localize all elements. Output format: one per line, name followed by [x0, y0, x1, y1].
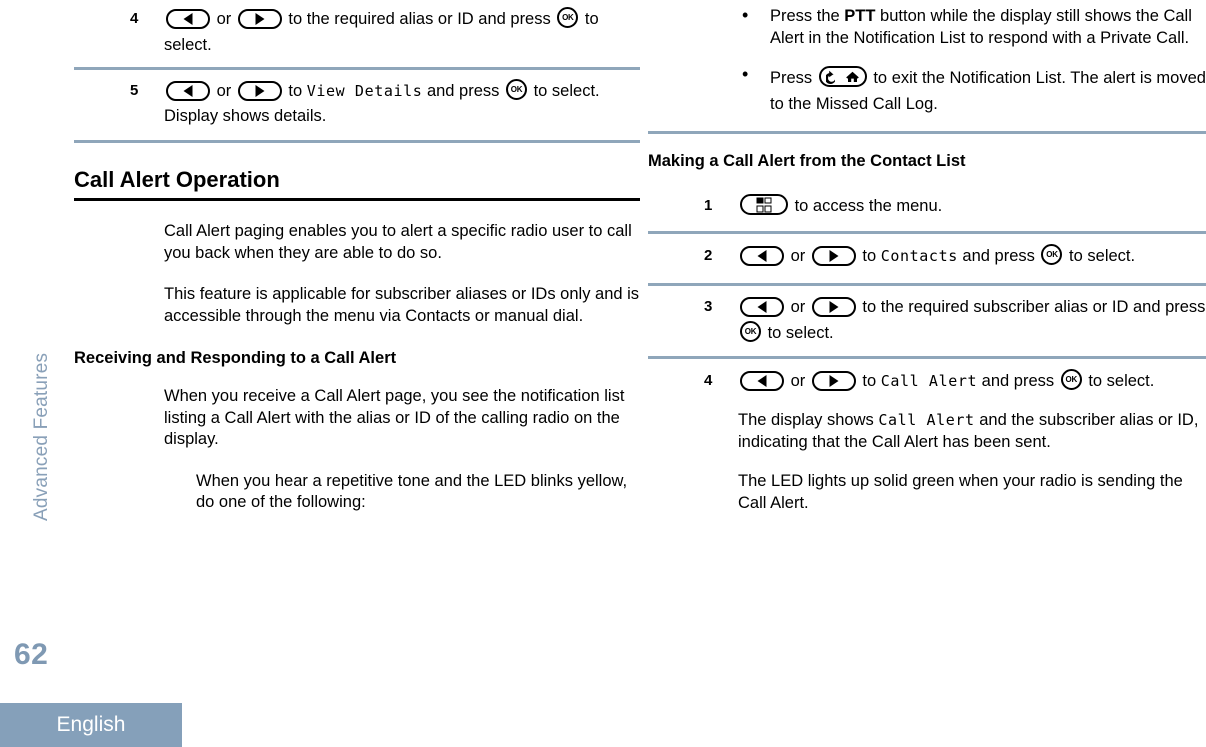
step-result: Display shows details.: [164, 107, 327, 125]
step-item: 4 or to Call Alert and press OK to selec…: [648, 368, 1206, 514]
step-text: to select.: [1064, 247, 1136, 265]
paragraph: Call Alert paging enables you to alert a…: [164, 222, 632, 262]
list-item: • Press the PTT button while the display…: [648, 5, 1206, 49]
ok-key-icon[interactable]: OK: [506, 79, 527, 101]
bullet-icon: •: [742, 5, 749, 25]
step-item: 1 to access the menu.: [648, 193, 1206, 219]
right-arrow-key-icon[interactable]: [237, 80, 282, 101]
step-item: 4 or to the required alias or ID and pre…: [74, 6, 640, 58]
left-arrow-key-icon[interactable]: [740, 370, 784, 391]
step-result: The LED lights up solid green when your …: [738, 472, 1183, 512]
bullet-bold-text: PTT: [844, 7, 876, 25]
bullet-text: Press: [770, 69, 817, 87]
step-text: and press: [957, 247, 1040, 265]
step-item: 5 or to View Details and press OK to sel…: [74, 78, 640, 128]
sub-heading: Making a Call Alert from the Contact Lis…: [648, 152, 966, 170]
step-text: or: [786, 247, 810, 265]
right-column: • Press the PTT button while the display…: [648, 0, 1206, 514]
display-text: Call Alert: [878, 411, 975, 429]
manual-page: Advanced Features 62 English 4 or to the…: [0, 0, 1206, 747]
right-arrow-key-icon[interactable]: [811, 296, 856, 317]
step-text: to the required alias or ID and press: [283, 10, 556, 28]
paragraph: When you hear a repetitive tone and the …: [196, 471, 628, 512]
left-column: 4 or to the required alias or ID and pre…: [74, 0, 640, 514]
chapter-label: Advanced Features: [31, 352, 52, 521]
sub-heading: Receiving and Responding to a Call Alert: [74, 349, 397, 367]
step-text: or: [786, 372, 810, 390]
step-text: and press: [422, 82, 504, 100]
step-item: 3 or to the required subscriber alias or…: [648, 294, 1206, 346]
step-text: to: [283, 82, 307, 100]
result-text: The display shows: [738, 411, 879, 429]
list-item: • Press to exit the Notification List. T…: [648, 64, 1206, 117]
right-arrow-key-icon[interactable]: [811, 370, 856, 391]
section-heading: Call Alert Operation: [74, 167, 640, 201]
step-text: or: [212, 82, 236, 100]
step-text: to select.: [529, 82, 600, 100]
left-arrow-key-icon[interactable]: [740, 245, 784, 266]
right-arrow-key-icon[interactable]: [811, 245, 856, 266]
step-text: to: [857, 372, 881, 390]
separator: [648, 231, 1206, 234]
ok-key-icon[interactable]: OK: [1060, 369, 1082, 391]
display-text: View Details: [306, 82, 423, 100]
step-text: to access the menu.: [790, 197, 943, 215]
step-item: 2 or to Contacts and press OK to select.: [648, 243, 1206, 269]
step-number: 4: [130, 10, 139, 27]
step-text: or: [212, 10, 236, 28]
step-number: 2: [704, 247, 713, 264]
left-arrow-key-icon[interactable]: [166, 8, 210, 29]
ok-key-icon[interactable]: OK: [1041, 244, 1063, 266]
separator: [74, 67, 640, 70]
paragraph: When you receive a Call Alert page, you …: [164, 387, 625, 448]
step-text: to: [857, 247, 881, 265]
ok-key-icon[interactable]: OK: [557, 7, 579, 29]
step-number: 3: [704, 298, 713, 315]
menu-key-icon[interactable]: [740, 194, 788, 216]
separator: [648, 356, 1206, 359]
step-number: 5: [130, 82, 139, 99]
page-number: 62: [14, 638, 49, 671]
step-result: The display shows Call Alert and the sub…: [738, 410, 1206, 453]
language-label: English: [56, 713, 126, 736]
ok-key-icon[interactable]: OK: [740, 321, 761, 343]
step-text: and press: [977, 372, 1059, 390]
step-text: to the required subscriber alias or ID a…: [857, 298, 1206, 316]
display-text: Call Alert: [880, 372, 978, 390]
back-home-key-icon[interactable]: [818, 66, 867, 88]
step-number: 1: [704, 197, 713, 214]
language-banner: English: [0, 703, 182, 747]
paragraph: This feature is applicable for subscribe…: [164, 285, 640, 325]
step-text: or: [786, 298, 810, 316]
step-number: 4: [704, 372, 713, 389]
display-text: Contacts: [880, 247, 958, 265]
left-arrow-key-icon[interactable]: [740, 296, 784, 317]
separator: [648, 131, 1206, 134]
step-text: to select.: [763, 324, 834, 342]
bullet-text: Press the: [770, 7, 845, 25]
bullet-icon: •: [742, 64, 749, 84]
step-text: to select.: [1083, 372, 1155, 390]
separator: [648, 283, 1206, 286]
left-arrow-key-icon[interactable]: [166, 80, 210, 101]
separator: [74, 140, 640, 143]
right-arrow-key-icon[interactable]: [237, 8, 282, 29]
